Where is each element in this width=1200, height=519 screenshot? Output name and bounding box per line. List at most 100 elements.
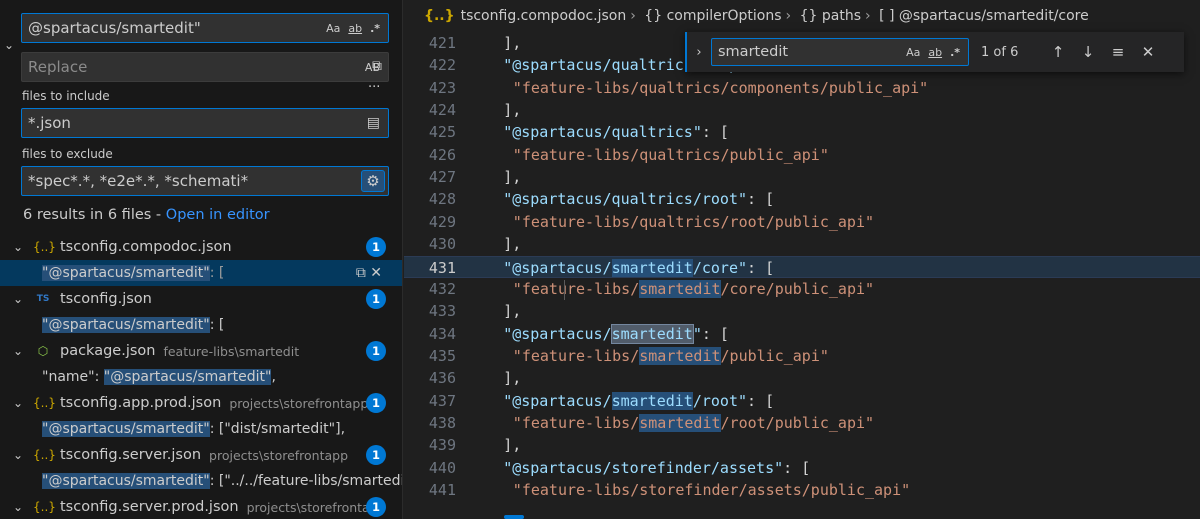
code-line: 430], [404,233,1200,255]
code-token: "@spartacus/ [503,324,612,343]
files-to-exclude-value: *spec*.*, *e2e*.*, *schemati* [28,172,249,190]
toggle-replace-chevron-icon[interactable]: › [687,45,711,60]
code-token: "@spartacus/storefinder/assets" [503,458,784,477]
files-to-include-input[interactable]: *.json ▤ [21,108,389,138]
result-file-path: feature-libs\smartedit [163,343,300,359]
array-icon: [ ] [879,8,895,24]
code-token: "feature-libs/ [512,346,640,365]
files-to-exclude-input[interactable]: *spec*.*, *e2e*.*, *schemati* ⚙ [21,166,389,196]
line-number: 435 [428,346,456,365]
match-suffix: : [ [209,265,225,281]
code-text: "@spartacus/storefinder/assets": [ [503,457,810,479]
code-line: 441 "feature-libs/storefinder/assets/publ… [404,479,1200,501]
chevron-down-icon[interactable]: ⌄ [13,396,27,410]
find-input[interactable]: smartedit Aa ab .* [711,38,969,66]
chevron-down-icon[interactable]: ⌄ [13,500,27,514]
result-match-row[interactable]: "@spartacus/smartedit": ["dist/smartedit… [0,416,402,442]
toggle-replace-chevron-icon[interactable]: ⌄ [4,38,14,52]
json-braces-icon: {..} [33,240,56,254]
code-token: ], [503,101,522,120]
result-file-path: projects\storefronta... [246,499,382,515]
result-file-name: tsconfig.server.prod.json [60,499,239,515]
search-match-highlight: smartedit [611,391,693,410]
code-text: "feature-libs/qualtrics/root/public_api" [513,211,874,233]
code-text: "@spartacus/smartedit/root": [ [503,390,774,412]
search-only-open-editors-book-icon[interactable]: ▤ [367,115,380,131]
json-braces-icon: {..} [33,448,56,462]
chevron-down-icon[interactable]: ⌄ [13,344,27,358]
use-exclude-settings-gear-icon[interactable]: ⚙ [361,170,385,192]
code-token: /core" [692,258,748,277]
code-token: : [ [701,123,729,142]
match-suffix: : [ [209,317,225,333]
match-count-badge: 1 [366,237,386,257]
horizontal-scrollbar-thumb[interactable] [504,515,524,519]
match-whole-word-toggle[interactable]: ab [348,22,362,35]
result-match-row[interactable]: "name": "@spartacus/smartedit", [0,364,402,390]
use-regex-toggle[interactable]: .* [950,46,960,59]
match-text: "@spartacus/smartedit": ["dist/smartedit… [42,421,345,437]
code-line: 433], [404,300,1200,322]
line-number: 430 [428,235,456,254]
result-file-row[interactable]: ⌄ {..} tsconfig.app.prod.json projects\stor… [0,390,402,416]
match-row-actions: ⧉ ✕ [356,260,382,286]
find-in-selection-icon[interactable]: ≡ [1103,43,1133,61]
files-to-include-label: files to include [22,89,110,103]
chevron-down-icon[interactable]: ⌄ [13,240,27,254]
result-match-row[interactable]: "@spartacus/smartedit": [ [0,312,402,338]
result-file-row[interactable]: ⌄ {..} tsconfig.server.json projects\storef… [0,442,402,468]
code-token: "feature-libs/storefinder/assets/public_… [512,481,911,499]
code-token: /public_api" [720,346,829,365]
previous-match-arrow-up-icon[interactable]: ↑ [1043,43,1073,61]
breadcrumb-paths[interactable]: paths [822,8,861,24]
code-token: " [692,324,702,343]
match-whole-word-toggle[interactable]: ab [928,46,942,59]
code-token: "feature-libs/qualtrics/root/public_api" [512,212,875,231]
code-line: 434 "@spartacus/smartedit": [ [404,323,1200,345]
code-token: /root" [692,391,748,410]
result-match-row[interactable]: "@spartacus/smartedit": [⧉ ✕ [0,260,402,286]
use-regex-toggle[interactable]: .* [370,22,380,35]
breadcrumb-smartedit-core[interactable]: @spartacus/smartedit/core [899,8,1089,24]
result-file-name: tsconfig.app.prod.json [60,395,222,411]
close-icon[interactable]: ✕ [1133,43,1163,61]
code-token: ], [503,302,522,321]
open-in-editor-link[interactable]: Open in editor [166,207,270,223]
chevron-down-icon[interactable]: ⌄ [13,292,27,306]
dismiss-close-icon[interactable]: ✕ [370,265,382,281]
result-file-row[interactable]: ⌄ {..} tsconfig.server.prod.json projects\s… [0,494,402,519]
replace-all-icon[interactable]: ⧉ [372,58,382,74]
toggle-search-details-icon[interactable]: ··· [368,80,380,95]
line-number: 432 [428,279,456,298]
next-match-arrow-down-icon[interactable]: ↓ [1073,43,1103,61]
code-token: "feature-libs/ [512,413,640,432]
results-count-text: 6 results in 6 files - [23,207,166,223]
code-token: /core/public_api" [720,279,875,298]
code-line: 436], [404,367,1200,389]
breadcrumb-compiler-options[interactable]: compilerOptions [667,8,782,24]
match-text: "@spartacus/smartedit": ["../../feature-… [42,473,402,489]
code-line: 424], [404,99,1200,121]
code-token: ], [503,34,522,52]
result-file-row[interactable]: ⌄ ⬡ package.json feature-libs\smartedit 1 [0,338,402,364]
chevron-down-icon[interactable]: ⌄ [13,448,27,462]
replace-input[interactable]: Replace AB [21,52,389,82]
match-count-badge: 1 [366,393,386,413]
result-file-row[interactable]: ⌄ TS tsconfig.json 1 [0,286,402,312]
result-file-row[interactable]: ⌄ {..} tsconfig.compodoc.json 1 [0,234,402,260]
code-line: 440 "@spartacus/storefinder/assets": [ [404,457,1200,479]
replace-icon[interactable]: ⧉ [356,265,370,281]
line-number: 428 [428,190,456,209]
code-text: "feature-libs/smartedit/core/public_api" [513,278,874,300]
code-editor: {..} tsconfig.compodoc.json › {} compilerO… [404,0,1200,519]
match-case-toggle[interactable]: Aa [906,46,920,59]
code-token: "@spartacus/ [503,258,612,277]
search-input[interactable]: @spartacus/smartedit" Aa ab .* [21,13,389,43]
object-icon: {} [644,8,663,24]
result-match-row[interactable]: "@spartacus/smartedit": ["../../feature-… [0,468,402,494]
breadcrumb-file[interactable]: tsconfig.compodoc.json [461,8,627,24]
code-text: "feature-libs/storefinder/assets/public_… [513,479,910,501]
match-case-toggle[interactable]: Aa [326,22,340,35]
match-prefix: "name": [42,369,104,385]
match-count-badge: 1 [366,341,386,361]
